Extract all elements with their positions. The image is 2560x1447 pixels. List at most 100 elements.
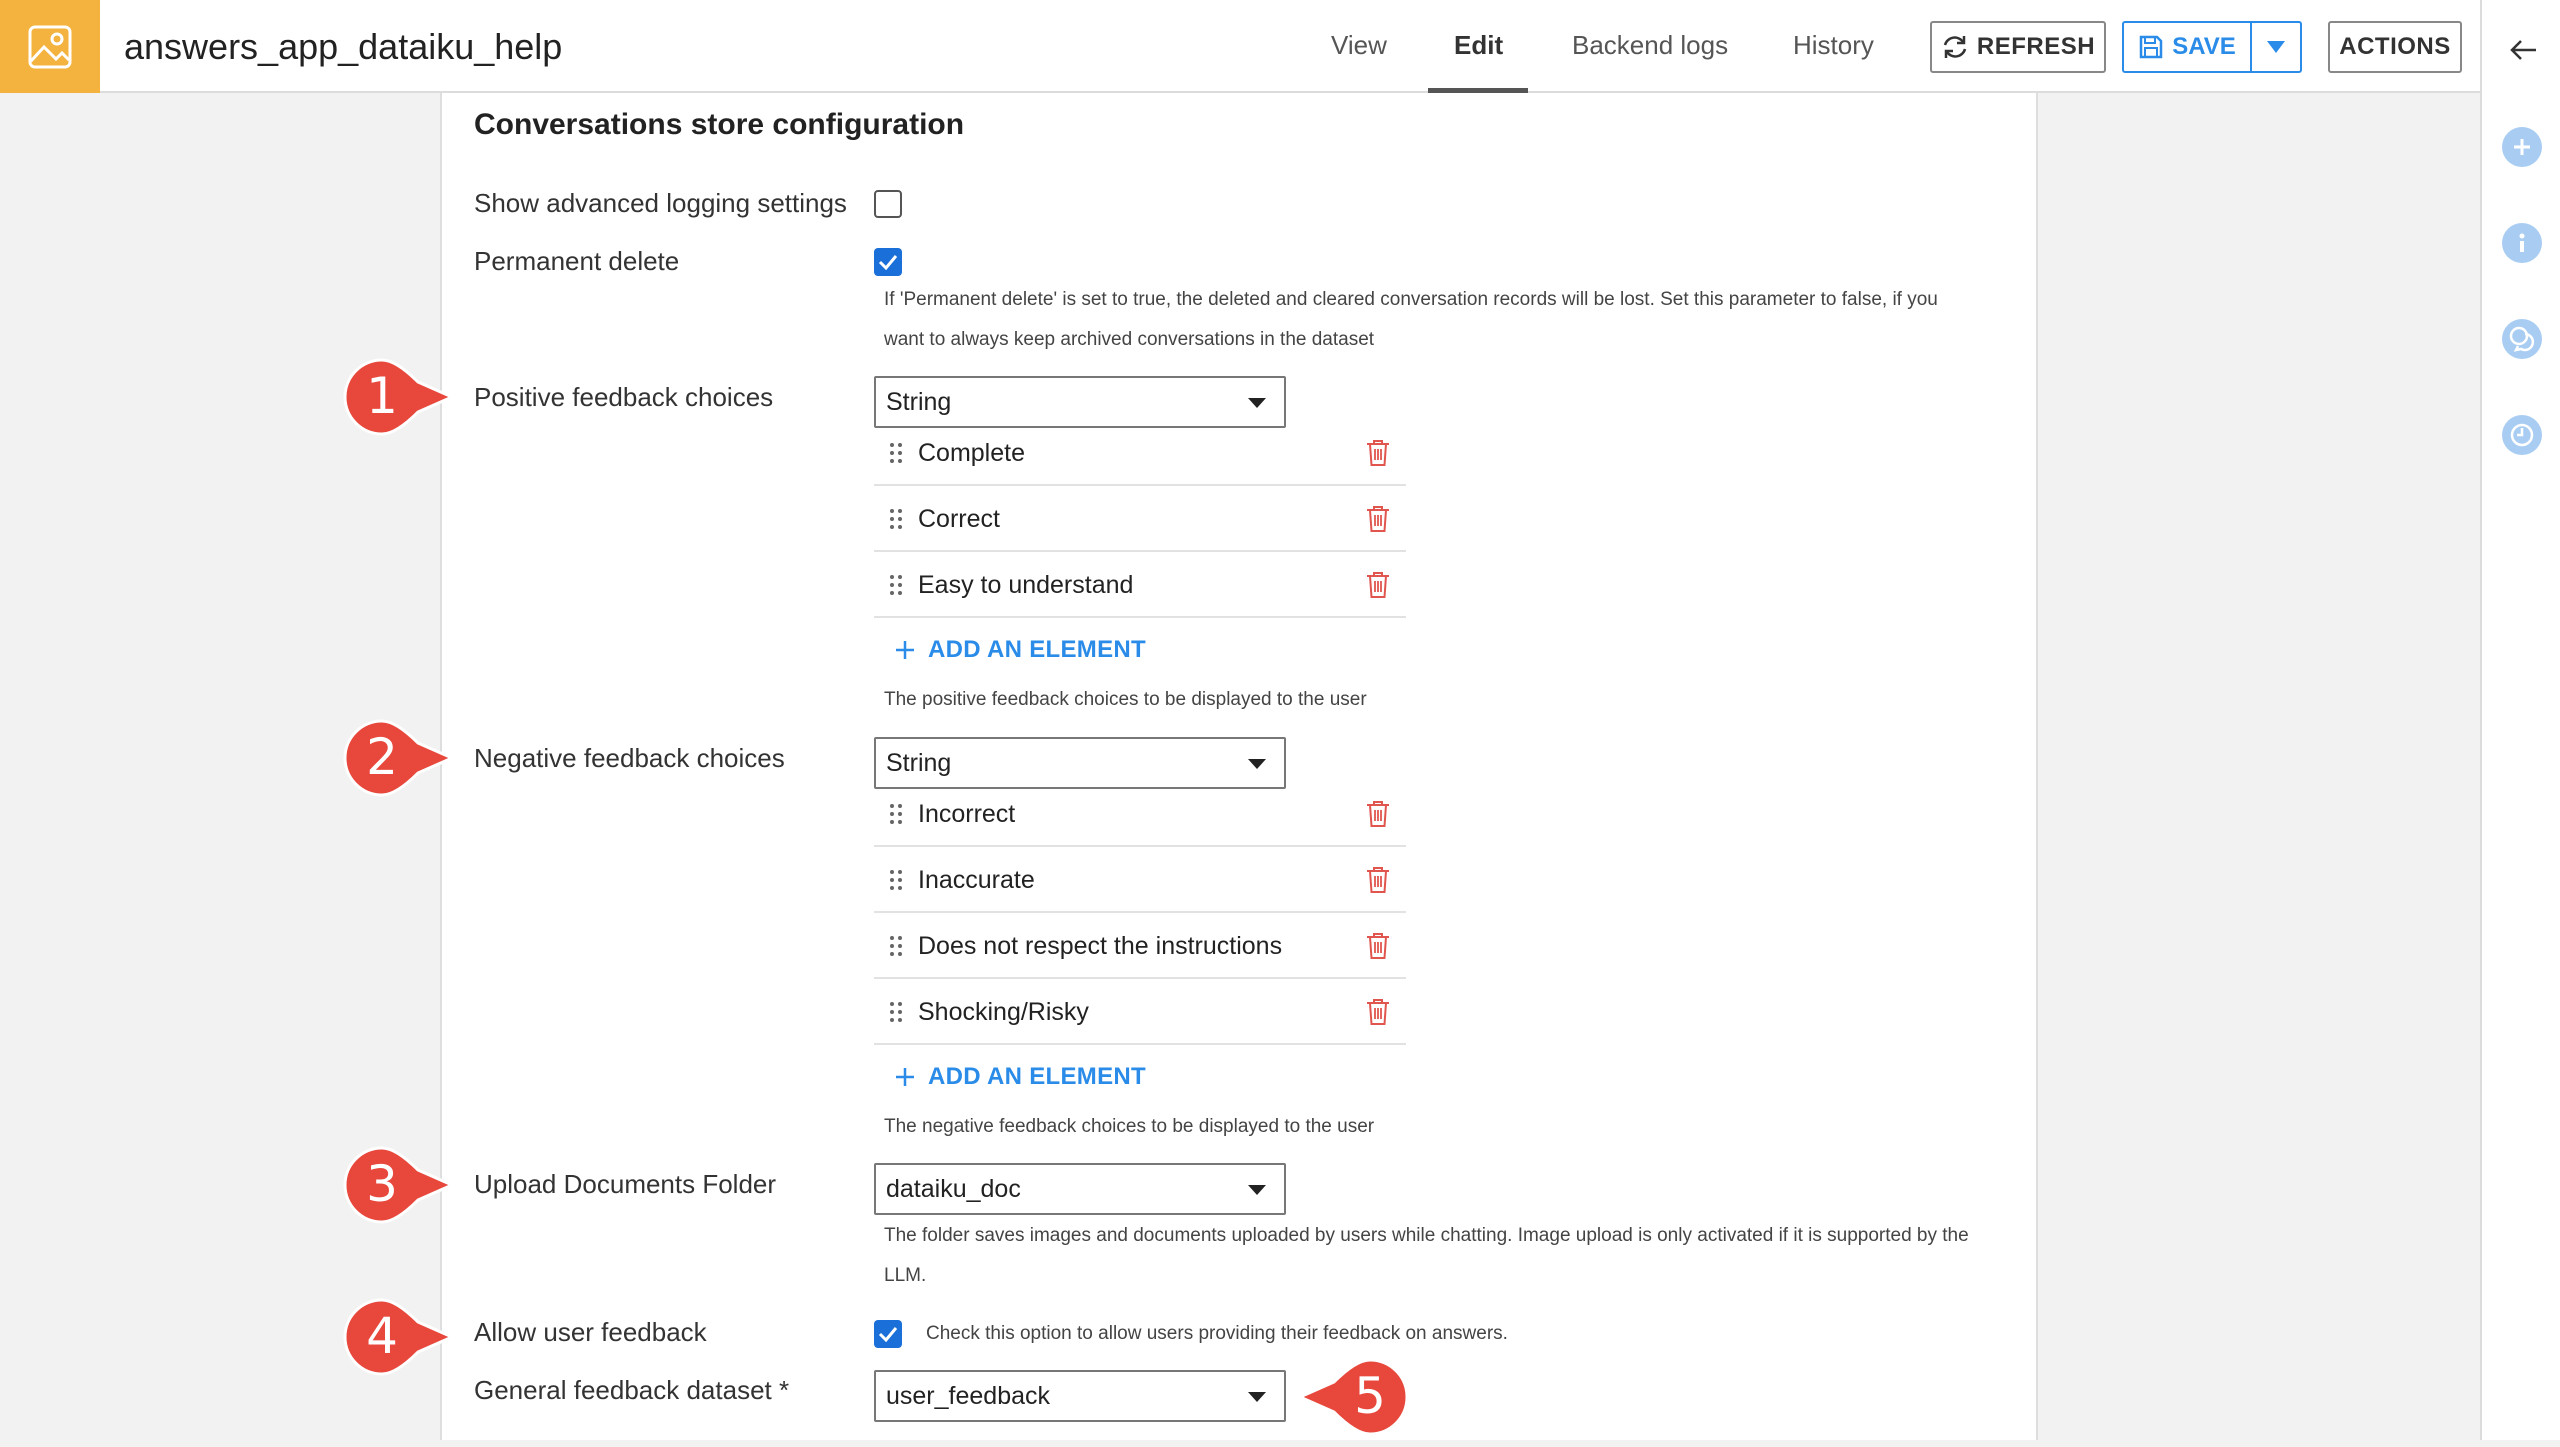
list-item[interactable]: Shocking/Risky	[874, 981, 1406, 1045]
right-sidebar	[2480, 0, 2560, 1440]
list-item[interactable]: Does not respect the instructions	[874, 915, 1406, 979]
dropdown-arrow-icon	[1248, 759, 1266, 769]
list-item-label[interactable]: Incorrect	[918, 800, 1350, 829]
floppy-disk-icon	[2139, 35, 2163, 59]
positive-add-element-label: ADD AN ELEMENT	[928, 636, 1146, 663]
drag-handle-icon[interactable]	[874, 803, 918, 825]
tab-history[interactable]: History	[1793, 30, 1874, 61]
feedback-dataset-label: General feedback dataset *	[474, 1375, 790, 1405]
drag-handle-icon[interactable]	[874, 508, 918, 530]
permanent-delete-label: Permanent delete	[474, 246, 680, 276]
upload-folder-help: The folder saves images and documents up…	[884, 1216, 1969, 1296]
negative-feedback-help: The negative feedback choices to be disp…	[884, 1116, 1375, 1137]
trash-icon[interactable]	[1350, 438, 1406, 468]
trash-icon[interactable]	[1350, 504, 1406, 534]
feedback-dataset-select[interactable]: user_feedback	[874, 1370, 1286, 1422]
upload-folder-label: Upload Documents Folder	[474, 1169, 777, 1199]
upload-folder-value: dataiku_doc	[886, 1174, 1021, 1203]
tab-view[interactable]: View	[1331, 30, 1387, 61]
callout-marker-2: 2	[326, 713, 462, 803]
refresh-button[interactable]: REFRESH	[1930, 21, 2106, 73]
plus-icon	[896, 1068, 914, 1086]
callout-number: 4	[366, 1307, 398, 1365]
trash-icon[interactable]	[1350, 865, 1406, 895]
drag-handle-icon[interactable]	[874, 574, 918, 596]
list-item-label[interactable]: Correct	[918, 505, 1350, 534]
positive-feedback-type-select[interactable]: String	[874, 376, 1286, 428]
permanent-delete-help-line2: want to always keep archived conversatio…	[884, 329, 1375, 350]
drag-handle-icon[interactable]	[874, 869, 918, 891]
list-item-label[interactable]: Shocking/Risky	[918, 998, 1350, 1027]
list-item-label[interactable]: Inaccurate	[918, 866, 1350, 895]
trash-icon[interactable]	[1350, 570, 1406, 600]
negative-feedback-type-select[interactable]: String	[874, 737, 1286, 789]
save-label: SAVE	[2172, 33, 2236, 60]
permanent-delete-checkbox[interactable]	[874, 248, 902, 276]
clock-icon[interactable]	[2502, 415, 2542, 455]
list-item[interactable]: Complete	[874, 422, 1406, 486]
allow-feedback-help: Check this option to allow users providi…	[926, 1323, 1508, 1344]
list-item-label[interactable]: Does not respect the instructions	[918, 932, 1350, 961]
plus-icon[interactable]	[2502, 127, 2542, 167]
positive-feedback-type-value: String	[886, 387, 952, 416]
negative-add-element-label: ADD AN ELEMENT	[928, 1063, 1146, 1090]
trash-icon[interactable]	[1350, 931, 1406, 961]
callout-marker-5: 5	[1290, 1352, 1426, 1442]
negative-add-element-button[interactable]: ADD AN ELEMENT	[894, 1063, 1146, 1091]
top-bar: answers_app_dataiku_help View Edit Backe…	[0, 0, 2480, 93]
dropdown-arrow-icon	[1248, 398, 1266, 408]
negative-feedback-label: Negative feedback choices	[474, 743, 785, 773]
list-item[interactable]: Incorrect	[874, 783, 1406, 847]
drag-handle-icon[interactable]	[874, 935, 918, 957]
upload-folder-select[interactable]: dataiku_doc	[874, 1163, 1286, 1215]
negative-feedback-type-value: String	[886, 748, 952, 777]
save-button-group: SAVE	[2122, 21, 2302, 73]
callout-number: 2	[366, 728, 398, 786]
tab-backend-logs[interactable]: Backend logs	[1572, 30, 1728, 61]
caret-down-icon	[2267, 41, 2285, 53]
advanced-logging-checkbox[interactable]	[874, 190, 902, 218]
save-options-dropdown[interactable]	[2252, 23, 2300, 71]
advanced-logging-label: Show advanced logging settings	[474, 188, 847, 218]
allow-feedback-checkbox[interactable]	[874, 1320, 902, 1348]
refresh-icon	[1943, 36, 1967, 58]
permanent-delete-help: If 'Permanent delete' is set to true, th…	[884, 280, 1938, 360]
positive-feedback-label: Positive feedback choices	[474, 382, 774, 412]
app-title: answers_app_dataiku_help	[124, 26, 563, 67]
feedback-dataset-value: user_feedback	[886, 1381, 1051, 1410]
list-item[interactable]: Correct	[874, 488, 1406, 552]
callout-number: 3	[366, 1155, 398, 1213]
info-icon[interactable]	[2502, 223, 2542, 263]
drag-handle-icon[interactable]	[874, 1001, 918, 1023]
refresh-label: REFRESH	[1976, 33, 2096, 60]
check-icon	[878, 255, 898, 270]
permanent-delete-help-line1: If 'Permanent delete' is set to true, th…	[884, 289, 1938, 310]
trash-icon[interactable]	[1350, 799, 1406, 829]
save-button[interactable]: SAVE	[2124, 23, 2252, 71]
callout-marker-4: 4	[326, 1292, 462, 1382]
drag-handle-icon[interactable]	[874, 442, 918, 464]
check-icon	[878, 1327, 898, 1342]
upload-folder-help-line2: LLM.	[884, 1265, 927, 1286]
plus-icon	[896, 641, 914, 659]
callout-number: 1	[366, 367, 398, 425]
callout-marker-1: 1	[326, 352, 462, 442]
dropdown-arrow-icon	[1248, 1185, 1266, 1195]
list-item[interactable]: Easy to understand	[874, 554, 1406, 618]
positive-add-element-button[interactable]: ADD AN ELEMENT	[894, 636, 1146, 664]
discussion-icon[interactable]	[2502, 319, 2542, 359]
trash-icon[interactable]	[1350, 997, 1406, 1027]
app-image-icon[interactable]	[0, 0, 100, 93]
tab-edit[interactable]: Edit	[1454, 30, 1503, 61]
callout-marker-3: 3	[326, 1140, 462, 1230]
list-item-label[interactable]: Easy to understand	[918, 571, 1350, 600]
list-item-label[interactable]: Complete	[918, 439, 1350, 468]
callout-number: 5	[1354, 1367, 1386, 1425]
dropdown-arrow-icon	[1248, 1392, 1266, 1402]
list-item[interactable]: Inaccurate	[874, 849, 1406, 913]
allow-feedback-label: Allow user feedback	[474, 1317, 707, 1347]
arrow-left-icon[interactable]	[2508, 38, 2538, 62]
section-title: Conversations store configuration	[474, 108, 965, 141]
actions-button[interactable]: ACTIONS	[2328, 21, 2462, 73]
positive-feedback-help: The positive feedback choices to be disp…	[884, 689, 1367, 710]
